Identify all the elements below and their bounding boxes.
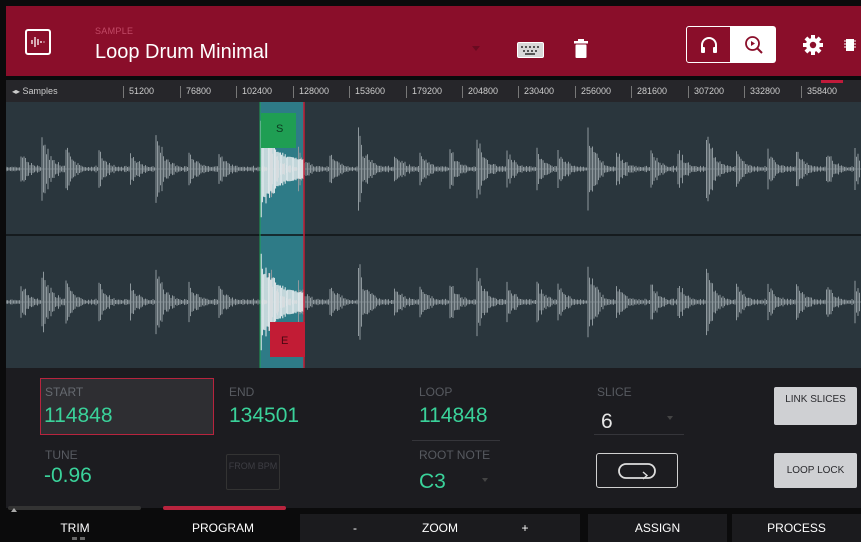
waveform-graphic (6, 102, 861, 368)
waveform-trace (6, 127, 860, 340)
ruler-label: ◂▸ Samples (12, 86, 58, 96)
headphones-button[interactable] (686, 26, 731, 63)
root-note-value[interactable]: C3 (419, 470, 446, 494)
ruler-tick: 332800 (744, 86, 780, 98)
waveform-view[interactable] (6, 102, 861, 368)
end-value[interactable]: 134501 (229, 404, 299, 428)
ruler-tick: 102400 (236, 86, 272, 98)
waveform-icon[interactable] (25, 29, 51, 55)
sample-ruler[interactable]: ◂▸ Samples 51200 76800 102400 128000 153… (6, 80, 861, 102)
ruler-tick: 307200 (688, 86, 724, 98)
zoom-icon (744, 35, 763, 54)
loop-toggle-button[interactable] (596, 453, 678, 488)
slice-underline (594, 434, 684, 435)
trash-icon[interactable] (574, 39, 588, 58)
ruler-units-label: Samples (22, 86, 58, 96)
zoom-button[interactable] (731, 26, 776, 63)
tab-process[interactable]: PROCESS (732, 514, 861, 542)
ruler-position-indicator (821, 80, 843, 83)
zoom-in-button[interactable]: + (470, 514, 580, 542)
ruler-tick: 230400 (518, 86, 554, 98)
chevron-up-icon (11, 508, 17, 512)
loop-icon (618, 462, 656, 480)
chevron-down-icon (482, 478, 488, 482)
sample-name-select[interactable]: Loop Drum Minimal (95, 41, 268, 64)
ruler-tick: 204800 (462, 86, 498, 98)
start-marker[interactable]: S (261, 113, 296, 148)
zoom-label: ZOOM (422, 521, 458, 535)
loop-label: LOOP (419, 385, 453, 399)
loop-value[interactable]: 114848 (419, 404, 488, 428)
zoom-out-button[interactable]: - (300, 514, 410, 542)
slice-value[interactable]: 6 (601, 410, 613, 434)
headphones-icon (700, 36, 717, 53)
tune-value[interactable]: -0.96 (44, 464, 92, 488)
sample-section-label: SAMPLE (95, 26, 134, 36)
end-label: END (229, 385, 255, 399)
tab-program[interactable]: PROGRAM (150, 514, 296, 542)
end-marker[interactable]: E (270, 322, 305, 357)
speaker-icon: ◂▸ (12, 87, 21, 96)
page-dots-icon (72, 537, 85, 540)
tune-label: TUNE (45, 448, 78, 462)
ruler-tick: 153600 (349, 86, 385, 98)
start-value[interactable]: 114848 (44, 404, 113, 428)
gear-icon[interactable] (803, 35, 823, 55)
program-tab-indicator (163, 506, 286, 510)
ruler-tick: 51200 (123, 86, 154, 98)
loop-lock-button[interactable]: LOOP LOCK (774, 453, 857, 488)
chip-icon[interactable] (844, 38, 856, 52)
start-label: START (45, 385, 84, 399)
ruler-tick: 179200 (406, 86, 442, 98)
chevron-down-icon[interactable] (472, 46, 480, 51)
slice-label: SLICE (597, 385, 632, 399)
tab-assign[interactable]: ASSIGN (588, 514, 727, 542)
root-note-label: ROOT NOTE (419, 448, 491, 462)
ruler-tick: 256000 (575, 86, 611, 98)
ruler-tick: 281600 (631, 86, 667, 98)
ruler-tick: 76800 (180, 86, 211, 98)
ruler-tick: 128000 (293, 86, 329, 98)
ruler-tick: 358400 (801, 86, 837, 98)
chevron-down-icon (667, 416, 673, 420)
root-note-divider (412, 440, 500, 441)
link-slices-button[interactable]: LINK SLICES (774, 387, 857, 425)
from-bpm-button[interactable]: FROM BPM (226, 454, 280, 490)
trim-tab-indicator (8, 506, 141, 510)
header-bar: SAMPLE Loop Drum Minimal (6, 6, 861, 76)
keyboard-icon[interactable] (517, 42, 544, 58)
